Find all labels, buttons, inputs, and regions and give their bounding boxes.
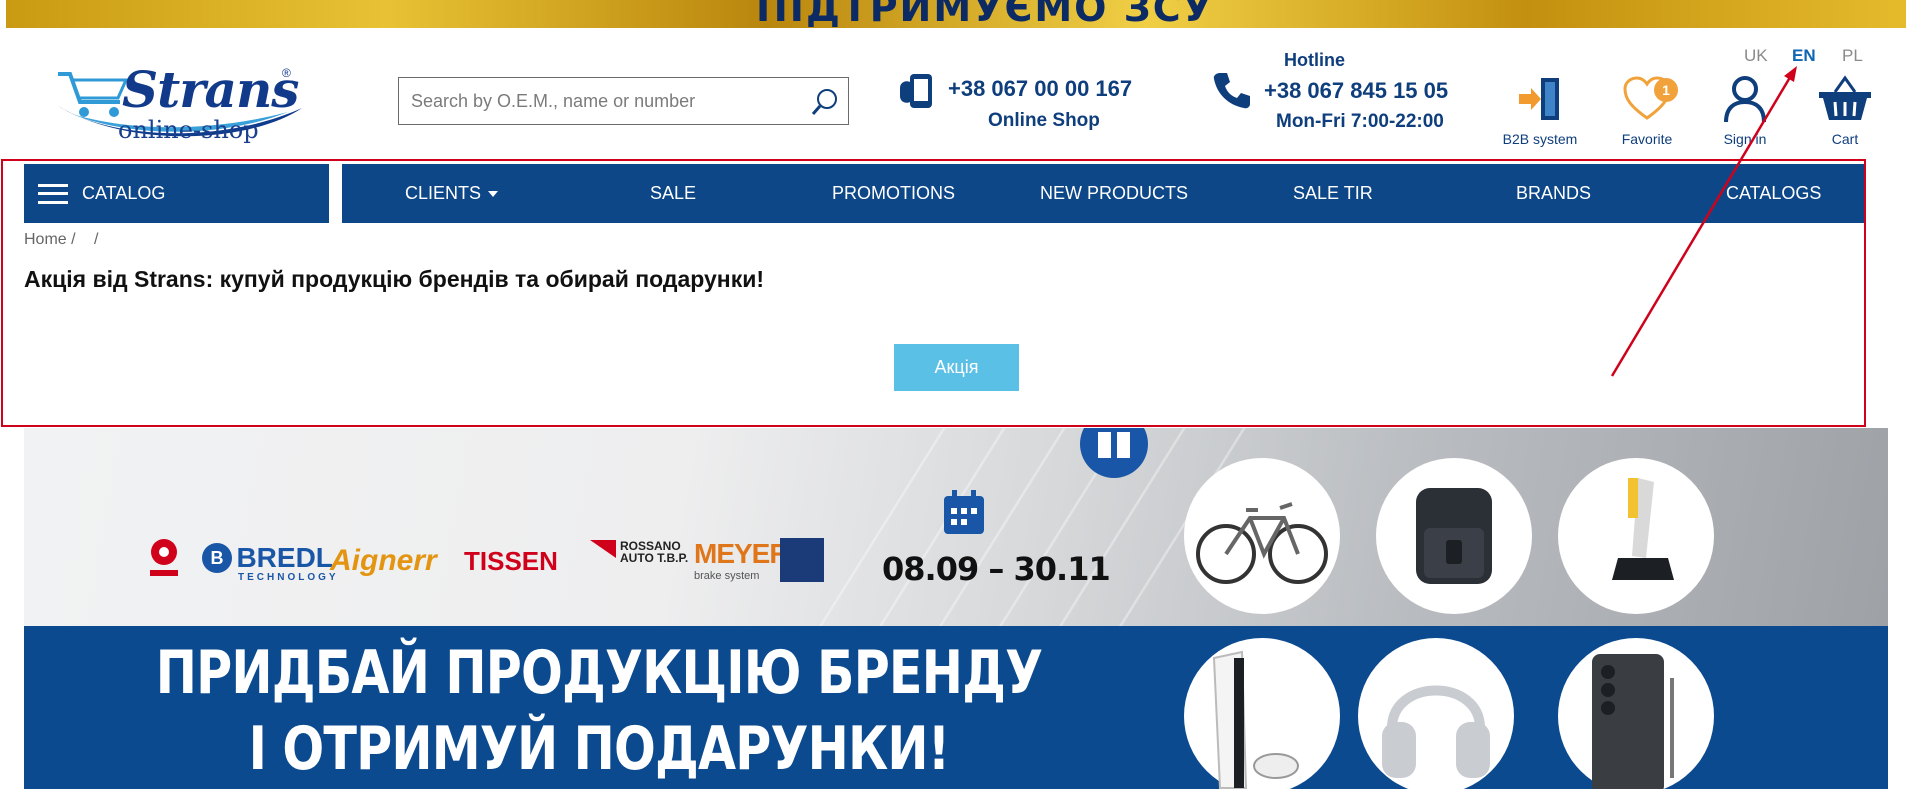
breadcrumb-separator: / <box>94 231 99 248</box>
headphones-gift-image <box>1358 638 1514 789</box>
b2b-label: B2B system <box>1502 131 1578 147</box>
logo-wordmark: Strans <box>122 60 299 119</box>
nav-clients[interactable]: CLIENTS <box>405 164 499 223</box>
nav-catalogs[interactable]: CATALOGS <box>1726 164 1821 223</box>
brand-rossano-logo: ROSSANO AUTO T.B.P. <box>590 540 690 564</box>
headphones-icon <box>1382 685 1490 778</box>
hotline-phone-number[interactable]: +38 067 845 15 05 <box>1264 78 1448 104</box>
favorite-count-badge: 1 <box>1654 78 1678 102</box>
b2b-system-link[interactable]: B2B system <box>1498 74 1582 147</box>
hamburger-icon <box>38 183 68 204</box>
hotline-hours: Mon-Fri 7:00-22:00 <box>1276 111 1444 132</box>
favorite-link[interactable]: 1 Favorite <box>1612 74 1682 147</box>
search-input[interactable] <box>399 78 789 124</box>
console-gift-image <box>1184 638 1340 789</box>
b2b-door-icon <box>1519 78 1559 120</box>
brand-aignerr-logo: Aignerr <box>330 544 437 577</box>
shop-phone-number[interactable]: +38 067 00 00 167 <box>948 76 1132 102</box>
hotline-label: Hotline <box>1284 50 1345 70</box>
top-banner-text: ПІДТРИМУЄМО ЗСУ <box>756 0 1214 28</box>
lang-en[interactable]: EN <box>1792 46 1816 66</box>
top-support-banner[interactable]: ПІДТРИМУЄМО ЗСУ <box>6 0 1906 28</box>
breadcrumb-separator: / <box>71 231 76 248</box>
search-box <box>398 77 849 125</box>
cart-label: Cart <box>1831 131 1859 147</box>
favorite-label: Favorite <box>1621 131 1673 147</box>
vacuum-icon <box>1612 478 1674 580</box>
promo-dates: 08.09 – 30.11 <box>882 550 1111 588</box>
nav-clients-label: CLIENTS <box>405 183 482 203</box>
search-icon[interactable] <box>810 87 840 117</box>
nav-brands[interactable]: BRANDS <box>1516 164 1591 223</box>
lang-uk[interactable]: UK <box>1744 46 1768 66</box>
air-fryer-icon <box>1416 488 1492 584</box>
promo-headline-banner[interactable]: ПРИДБАЙ ПРОДУКЦІЮ БРЕНДУ І ОТРИМУЙ ПОДАР… <box>24 626 1888 789</box>
brand-meyer-logo: MEYER brake system <box>694 538 790 582</box>
mobile-phone-icon <box>900 74 932 108</box>
basket-icon <box>1819 75 1871 120</box>
catalog-label: CATALOG <box>82 183 166 203</box>
calendar-icon <box>944 490 984 534</box>
phone-handset-icon <box>1213 73 1250 109</box>
promo-headline-line-2: І ОТРИМУЙ ПОДАРУНКИ! <box>248 714 951 784</box>
nav-sale[interactable]: SALE <box>650 164 696 223</box>
brand-shield-logo <box>780 538 824 582</box>
nav-promotions[interactable]: PROMOTIONS <box>832 164 955 223</box>
cart-link[interactable]: Cart <box>1810 74 1880 147</box>
brand-tissen-logo: TISSEN <box>464 546 558 576</box>
nav-sale-tir[interactable]: SALE TIR <box>1293 164 1373 223</box>
bicycle-gift-image <box>1184 458 1340 614</box>
gift-icon <box>1080 428 1148 478</box>
logo-registered-mark: ® <box>282 66 291 80</box>
breadcrumb: Home / / <box>24 231 99 249</box>
sign-in-label: Sign in <box>1723 131 1767 147</box>
logo-subtitle: online-shop <box>118 116 259 144</box>
shop-phone-label: Online Shop <box>988 110 1100 131</box>
sign-in-link[interactable]: Sign in <box>1718 74 1772 147</box>
bicycle-icon <box>1196 502 1328 584</box>
brand-bredl-logo: B BREDL TECHNOLOGY <box>202 542 336 583</box>
user-icon <box>1724 76 1766 123</box>
breadcrumb-home[interactable]: Home <box>24 231 67 248</box>
catalog-menu-button[interactable]: CATALOG <box>24 164 329 223</box>
air-fryer-gift-image <box>1376 458 1532 614</box>
promo-banner[interactable]: B BREDL TECHNOLOGY Aignerr TISSEN ROSSAN… <box>24 428 1888 626</box>
promotion-button[interactable]: Акція <box>894 344 1019 391</box>
gear-logo-icon <box>150 539 178 576</box>
vacuum-gift-image <box>1558 458 1714 614</box>
chevron-down-icon <box>488 191 499 198</box>
nav-new-products[interactable]: NEW PRODUCTS <box>1040 164 1188 223</box>
page-title: Акція від Strans: купуй продукцію бренді… <box>24 266 764 292</box>
lang-pl[interactable]: PL <box>1842 46 1863 66</box>
main-navigation: CLIENTS SALE PROMOTIONS NEW PRODUCTS SAL… <box>342 164 1864 223</box>
promo-headline-line-1: ПРИДБАЙ ПРОДУКЦІЮ БРЕНДУ <box>155 638 1043 708</box>
site-logo[interactable]: Strans ® online-shop <box>52 46 308 150</box>
smartphone-icon <box>1592 654 1674 789</box>
game-console-icon <box>1212 650 1299 789</box>
smartphone-gift-image <box>1558 638 1714 789</box>
